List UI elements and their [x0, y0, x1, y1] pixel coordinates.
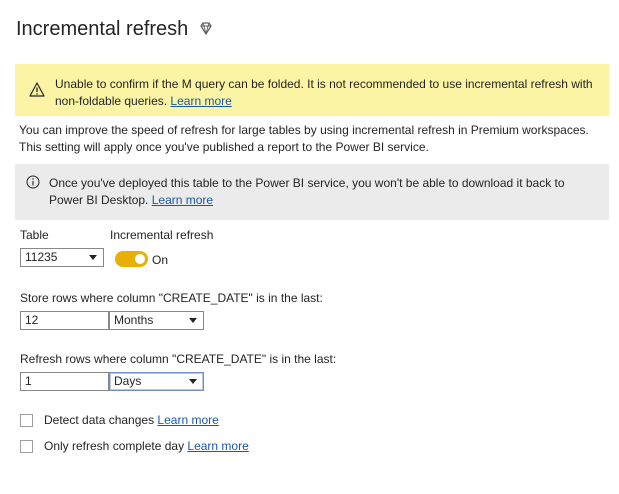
complete-learn-more-link[interactable]: Learn more: [187, 439, 248, 453]
table-select[interactable]: 11235: [20, 248, 104, 267]
warning-text: Unable to confirm if the M query can be …: [55, 77, 593, 108]
refresh-period-input[interactable]: 1: [20, 372, 109, 391]
info-learn-more-link[interactable]: Learn more: [152, 193, 213, 207]
refresh-rows-label: Refresh rows where column "CREATE_DATE" …: [20, 352, 337, 366]
incremental-refresh-label: Incremental refresh: [110, 228, 214, 242]
toggle-state-label: On: [152, 253, 169, 267]
detect-changes-checkbox[interactable]: [20, 414, 33, 427]
info-message: Once you've deployed this table to the P…: [49, 175, 601, 209]
detect-changes-label: Detect data changes: [44, 413, 155, 427]
store-rows-label: Store rows where column "CREATE_DATE" is…: [20, 291, 323, 305]
chevron-down-icon: [189, 318, 197, 323]
store-period-input[interactable]: 12: [20, 311, 109, 330]
table-label: Table: [20, 228, 49, 242]
description-text: You can improve the speed of refresh for…: [19, 123, 589, 154]
refresh-unit-select[interactable]: Days: [109, 372, 204, 391]
complete-day-checkbox[interactable]: [20, 440, 33, 453]
store-unit-value: Months: [114, 313, 154, 327]
warning-message: Unable to confirm if the M query can be …: [55, 76, 603, 110]
store-unit-select[interactable]: Months: [109, 311, 204, 330]
refresh-unit-value: Days: [114, 374, 142, 388]
table-select-value: 11235: [25, 250, 58, 264]
toggle-knob: [135, 254, 145, 264]
info-banner: Once you've deployed this table to the P…: [15, 164, 609, 220]
warning-learn-more-link[interactable]: Learn more: [170, 94, 231, 108]
complete-day-label: Only refresh complete day: [44, 439, 185, 453]
chevron-down-icon: [189, 379, 197, 384]
incremental-refresh-toggle[interactable]: [115, 251, 148, 267]
diamond-icon: [200, 22, 212, 35]
detect-changes-option: Detect data changes Learn more: [44, 413, 219, 427]
info-icon: [26, 175, 40, 189]
page-title: Incremental refresh: [16, 18, 189, 40]
complete-day-option: Only refresh complete day Learn more: [44, 439, 249, 453]
detect-learn-more-link[interactable]: Learn more: [157, 413, 218, 427]
info-text: Once you've deployed this table to the P…: [49, 176, 565, 207]
warning-icon: [29, 82, 45, 97]
warning-banner: Unable to confirm if the M query can be …: [15, 64, 609, 116]
chevron-down-icon: [89, 255, 97, 260]
